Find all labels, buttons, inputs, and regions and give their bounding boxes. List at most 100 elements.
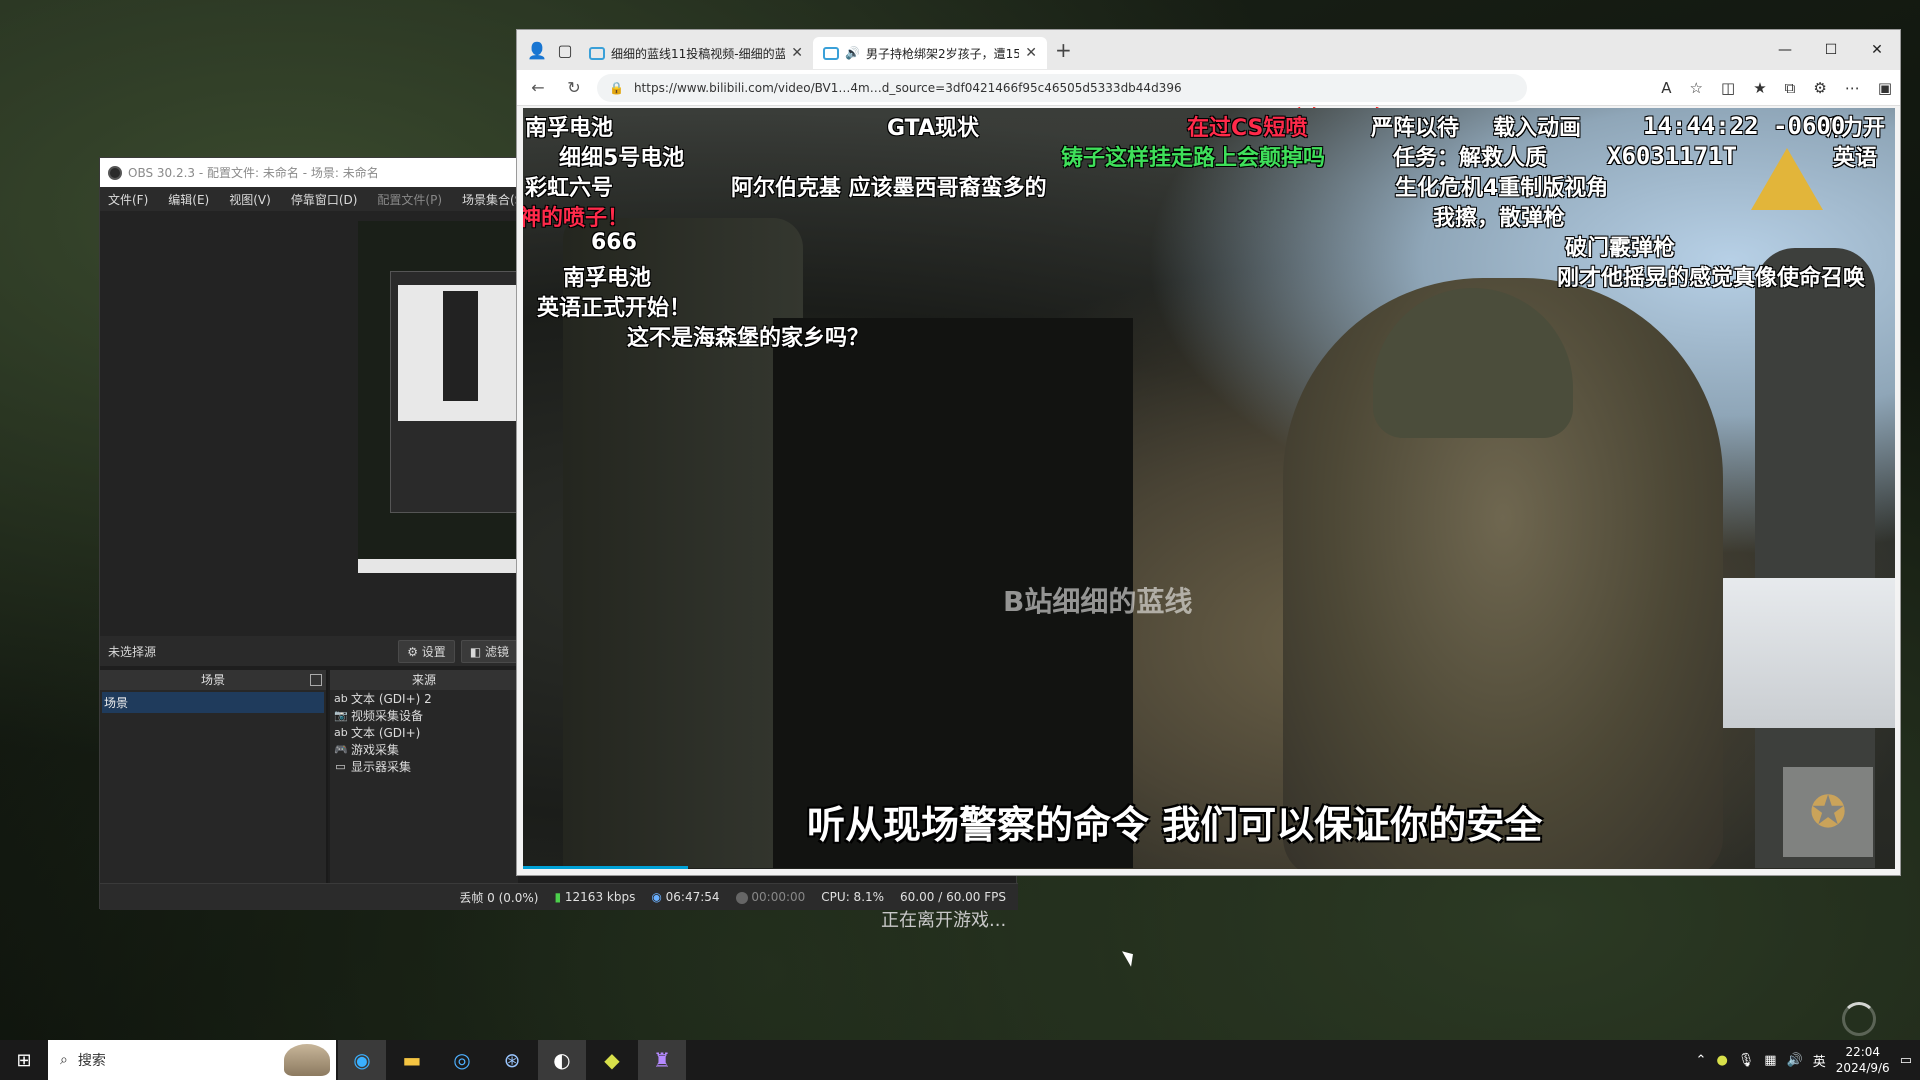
tab-title: 男子持枪绑架2岁孩子，遭15 — [865, 46, 1020, 61]
danmaku: 666 — [591, 230, 637, 255]
leaving-game-text: 正在离开游戏... — [881, 910, 1007, 931]
menu-profile[interactable]: 配置文件(P) — [377, 191, 442, 208]
tray-app-icon[interactable]: ● — [1716, 1053, 1727, 1068]
source-label: 显示器采集 — [351, 760, 412, 774]
scene-list-item[interactable]: 场景 — [102, 692, 324, 713]
obs-icon[interactable]: ◐ — [538, 1040, 586, 1080]
record-time: 00:00:00 — [751, 890, 806, 904]
taskbar: ⊞ ⌕ 搜索 ◉ ▬ ◎ ⊛ ◐ ◆ ♜ ⌃ ● 🎙 ▦ 🔊 英 22:04 2… — [0, 1040, 1920, 1080]
notification-icon[interactable]: ▭ — [1900, 1053, 1912, 1068]
monitor-icon: ▭ — [335, 760, 346, 773]
obs-preview[interactable] — [100, 211, 518, 636]
police-badge-icon: ✪ — [1783, 767, 1873, 857]
maximize-icon[interactable]: ☐ — [1808, 30, 1854, 70]
favorites-icon[interactable]: ★ — [1753, 79, 1766, 97]
system-tray: ⌃ ● 🎙 ▦ 🔊 英 22:04 2024/9/6 ▭ — [1696, 1044, 1920, 1076]
tab-actions-icon[interactable]: ▢ — [551, 36, 579, 64]
gear-icon: ⚙ — [407, 644, 418, 659]
taskbar-search[interactable]: ⌕ 搜索 — [48, 1040, 336, 1080]
browser-toolbar: A ☆ ◫ ★ ⧉ ⚙ ⋯ ▣ — [1661, 79, 1892, 97]
danmaku: 在过CS短喷 — [1187, 116, 1308, 141]
edge-window: 👤 ▢ 细细的蓝线11投稿视频-细细的蓝 ✕ 🔊 男子持枪绑架2岁孩子，遭15 … — [516, 29, 1901, 876]
source-item[interactable]: ab 文本 (GDI+) 2 — [330, 690, 518, 707]
speaker-icon[interactable]: 🔊 — [845, 46, 860, 60]
undock-icon[interactable] — [310, 674, 322, 686]
minimize-icon[interactable]: — — [1762, 30, 1808, 70]
chevron-up-icon[interactable]: ⌃ — [1696, 1053, 1707, 1068]
loading-spinner-icon — [1842, 1002, 1876, 1036]
microphone-icon[interactable]: 🎙 — [1738, 1053, 1755, 1068]
network-icon[interactable]: ▦ — [1764, 1053, 1776, 1068]
window-controls: — ☐ ✕ — [1762, 30, 1900, 70]
parked-cars — [1695, 578, 1895, 728]
favorite-star-icon[interactable]: ☆ — [1690, 79, 1703, 97]
source-label: 游戏采集 — [351, 743, 400, 757]
address-bar: ← ↻ 🔒 https://www.bilibili.com/video/BV1… — [517, 70, 1900, 106]
no-source-label: 未选择源 — [108, 644, 157, 659]
text-icon: ab — [334, 726, 348, 739]
sidebar-icon[interactable]: ▣ — [1878, 79, 1892, 97]
steam-icon[interactable]: ⊛ — [488, 1040, 536, 1080]
scenes-dock: 场景 场景 + 🗑 ◧ ⌃ ⌄ — [100, 670, 328, 910]
video-progress-bar[interactable] — [523, 866, 688, 869]
game-launcher-icon[interactable]: ◆ — [588, 1040, 636, 1080]
video-player[interactable]: B站细细的蓝线 南孚电池 细细5号电池 彩虹六号 神的喷子！ 666 南孚电池 … — [523, 108, 1895, 869]
danmaku: 阿尔伯克基 应该墨西哥裔蛮多的 — [731, 176, 1047, 201]
source-list: ab 文本 (GDI+) 2 📷 视频采集设备 ab 文本 (GDI+) 🎮 游戏采集 ▭ 显示器… — [330, 690, 518, 775]
close-tab-icon[interactable]: ✕ — [1025, 45, 1037, 61]
game-icon[interactable]: ♜ — [638, 1040, 686, 1080]
source-item[interactable]: ▭ 显示器采集 — [330, 758, 518, 775]
bodycam-id: X6031171T — [1607, 142, 1738, 170]
preview-mini-taskbar — [358, 559, 518, 573]
menu-file[interactable]: 文件(F) — [108, 191, 148, 208]
split-screen-icon[interactable]: ◫ — [1721, 79, 1735, 97]
stream-icon: ◉ — [651, 890, 662, 904]
menu-view[interactable]: 视图(V) — [229, 191, 271, 208]
bilibili-icon — [589, 46, 605, 60]
more-icon[interactable]: ⋯ — [1845, 79, 1860, 97]
stream-time: 06:47:54 — [665, 890, 720, 904]
danmaku: GTA现状 — [887, 116, 979, 141]
fps: 60.00 / 60.00 FPS — [900, 890, 1006, 904]
volume-icon[interactable]: 🔊 — [1787, 1053, 1803, 1068]
close-tab-icon[interactable]: ✕ — [791, 45, 803, 61]
danmaku: 铸子这样挂走路上会颠掉吗 — [1061, 146, 1326, 171]
refresh-icon[interactable]: ↻ — [561, 78, 587, 97]
source-item[interactable]: 📷 视频采集设备 — [330, 707, 518, 724]
tab-bilibili-uploads[interactable]: 细细的蓝线11投稿视频-细细的蓝 ✕ — [579, 37, 813, 69]
tab-current-video[interactable]: 🔊 男子持枪绑架2岁孩子，遭15 ✕ — [813, 37, 1047, 69]
lock-icon: 🔒 — [609, 80, 624, 95]
new-tab-button[interactable]: + — [1055, 38, 1072, 62]
read-aloud-icon[interactable]: A — [1661, 79, 1671, 97]
file-explorer-icon[interactable]: ▬ — [388, 1040, 436, 1080]
collections-icon[interactable]: ⧉ — [1785, 79, 1796, 97]
source-item[interactable]: ab 文本 (GDI+) — [330, 724, 518, 741]
app-icon[interactable]: ◎ — [438, 1040, 486, 1080]
danmaku: 南孚电池 — [525, 116, 614, 141]
edge-icon[interactable]: ◉ — [338, 1040, 386, 1080]
ime-indicator[interactable]: 英 — [1813, 1051, 1826, 1070]
bitrate: 12163 kbps — [564, 890, 636, 904]
windows-start-icon[interactable]: ⊞ — [0, 1040, 48, 1080]
filters-button[interactable]: ◧ 滤镜 — [460, 639, 518, 663]
search-highlight-image — [284, 1044, 330, 1076]
source-label: 文本 (GDI+) — [351, 726, 421, 740]
source-item[interactable]: 🎮 游戏采集 — [330, 741, 518, 758]
menu-edit[interactable]: 编辑(E) — [168, 191, 209, 208]
record-icon — [735, 891, 748, 904]
menu-docks[interactable]: 停靠窗口(D) — [291, 191, 358, 208]
danmaku: 刚才他摇晃的感觉真像使命召唤 — [1557, 266, 1866, 291]
back-icon[interactable]: ← — [525, 78, 551, 97]
clock[interactable]: 22:04 2024/9/6 — [1836, 1044, 1890, 1076]
settings-button[interactable]: ⚙ 设置 — [398, 639, 455, 663]
danmaku: 神的喷子！ — [523, 206, 630, 231]
close-icon[interactable]: ✕ — [1854, 30, 1900, 70]
profile-icon[interactable]: 👤 — [523, 36, 551, 64]
tab-strip: 👤 ▢ 细细的蓝线11投稿视频-细细的蓝 ✕ 🔊 男子持枪绑架2岁孩子，遭15 … — [517, 30, 1900, 70]
danmaku: 我擦，散弹枪 — [1433, 206, 1566, 231]
bilibili-icon — [823, 46, 839, 60]
search-placeholder: 搜索 — [77, 1053, 106, 1069]
signal-icon: ▮ — [554, 890, 562, 904]
extensions-icon[interactable]: ⚙ — [1813, 79, 1826, 97]
danmaku: 严阵以待 — [1371, 116, 1460, 141]
